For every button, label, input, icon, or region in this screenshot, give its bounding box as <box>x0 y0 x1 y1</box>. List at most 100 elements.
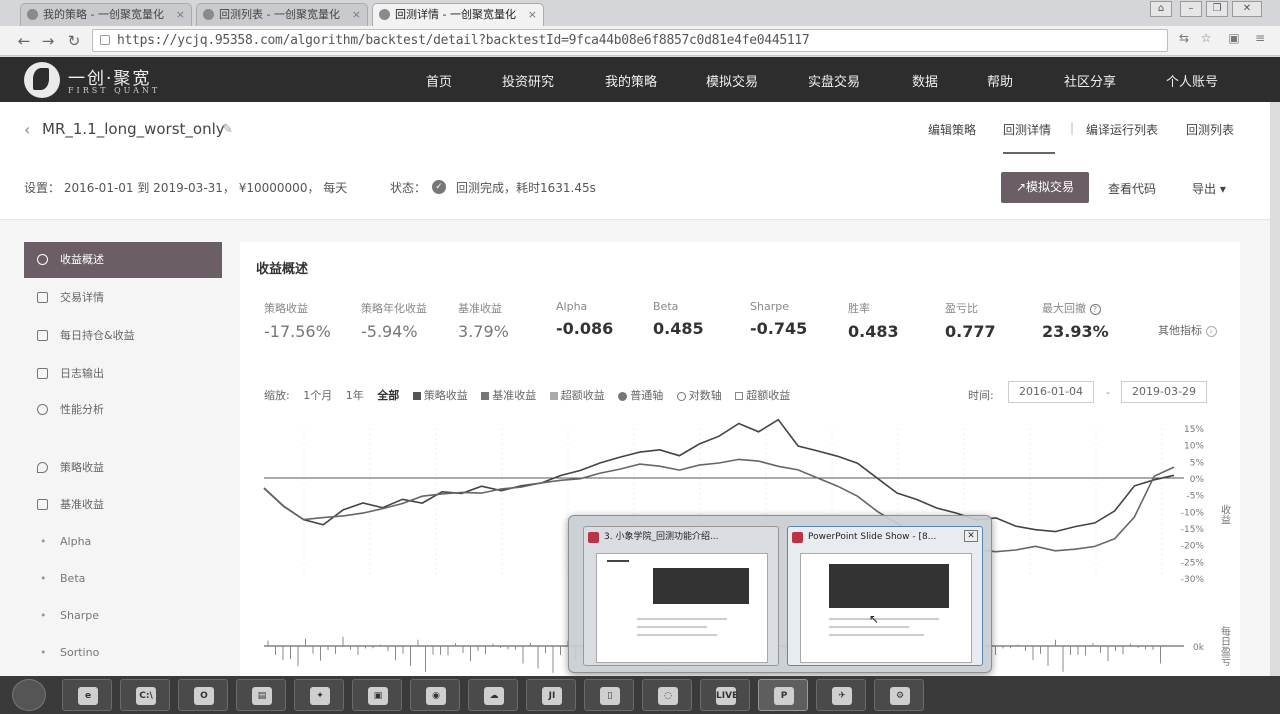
strategy-header: ‹ MR_1.1_long_worst_only ✎ 编辑策略 回测详情 | 编… <box>0 102 1270 220</box>
nav-help[interactable]: 帮助 <box>987 71 1013 90</box>
favicon-icon <box>27 9 38 20</box>
legend-excess[interactable]: 超额收益 <box>549 387 605 403</box>
tab-compile-list[interactable]: 编译运行列表 <box>1086 121 1158 138</box>
back-icon[interactable]: ‹ <box>24 120 30 139</box>
sidebar-item-label: 策略收益 <box>60 461 104 474</box>
taskbar-app-ppt[interactable]: P <box>758 679 808 711</box>
minimize-icon[interactable]: – <box>1180 1 1202 17</box>
taskbar-app-chrome[interactable]: ◉ <box>410 679 460 711</box>
sidebar-subitem-alpha[interactable]: Alpha <box>24 532 91 552</box>
nav-research[interactable]: 投资研究 <box>502 71 554 90</box>
chrome-icon: ◉ <box>426 687 446 705</box>
sidebar-item-trades[interactable]: 交易详情 <box>24 280 222 316</box>
view-code-button[interactable]: 查看代码 <box>1108 180 1156 197</box>
sim-trade-button[interactable]: ↗模拟交易 <box>1001 172 1089 203</box>
close-window-icon[interactable]: ✕ <box>1232 1 1262 17</box>
excess-checkbox[interactable]: 超额收益 <box>735 387 790 403</box>
thumb-line <box>829 634 924 636</box>
start-date-input[interactable]: 2016-01-04 <box>1008 381 1094 403</box>
list-icon <box>37 292 48 303</box>
sidebar-item-benchmark-return[interactable]: 基准收益 <box>24 487 222 523</box>
close-icon[interactable]: × <box>528 4 537 25</box>
close-icon[interactable]: ✕ <box>964 530 978 542</box>
ie-icon: e <box>78 687 98 705</box>
taskbar-app-outlook[interactable]: O <box>178 679 228 711</box>
legend-swatch <box>549 392 558 400</box>
taskbar-app-feishu[interactable]: ✈ <box>816 679 866 711</box>
tab-edit-strategy[interactable]: 编辑策略 <box>928 121 976 138</box>
other-metrics-link[interactable]: 其他指标 › <box>1158 322 1217 338</box>
backtest-settings: 设置： 2016-01-01 到 2019-03-31， ¥10000000， … <box>24 181 348 195</box>
metric-value: 23.93% <box>1042 322 1109 341</box>
taskbar-app-editor[interactable]: ▣ <box>352 679 402 711</box>
sidebar-subitem-beta[interactable]: Beta <box>24 569 85 589</box>
taskbar-app-tools[interactable]: ✦ <box>294 679 344 711</box>
nav-account[interactable]: 个人账号 <box>1166 71 1218 90</box>
forward-icon[interactable]: → <box>38 31 58 51</box>
pin-icon <box>37 462 48 473</box>
taskbar-app-explorer[interactable]: ▤ <box>236 679 286 711</box>
url-bar[interactable]: https://ycjq.95358.com/algorithm/backtes… <box>92 29 1168 52</box>
close-icon[interactable]: × <box>176 4 185 25</box>
taskbar-app-misc[interactable]: ⚙ <box>874 679 924 711</box>
taskbar-app-file[interactable]: ▯ <box>584 679 634 711</box>
sidebar-subitem-sortino[interactable]: Sortino <box>24 643 99 663</box>
browser-tab[interactable]: 回测列表 - 一创聚宽量化 × <box>196 3 368 26</box>
pie-icon <box>37 404 48 415</box>
close-icon[interactable]: × <box>352 4 361 25</box>
y-tick-label: 0% <box>1190 475 1205 485</box>
zoom-all[interactable]: 全部 <box>377 387 399 403</box>
export-dropdown[interactable]: 导出 ▾ <box>1192 180 1226 197</box>
tab-backtest-detail[interactable]: 回测详情 <box>1003 121 1051 138</box>
window-preview[interactable]: 3. 小象学院_回测功能介绍... <box>583 526 779 666</box>
translate-icon[interactable]: ⇆ <box>1176 30 1192 46</box>
restore-icon[interactable]: ❐ <box>1206 1 1228 17</box>
browser-tab-active[interactable]: 回测详情 - 一创聚宽量化 × <box>372 3 544 26</box>
nav-home[interactable]: 首页 <box>426 71 452 90</box>
window-preview-active[interactable]: PowerPoint Slide Show - [8... ✕ ↖ <box>787 526 983 666</box>
star-icon[interactable]: ☆ <box>1198 30 1214 46</box>
zoom-1m[interactable]: 1个月 <box>303 387 332 403</box>
slide-thumbnail <box>653 568 749 604</box>
zoom-1y[interactable]: 1年 <box>346 387 364 403</box>
nav-live-trade[interactable]: 实盘交易 <box>808 71 860 90</box>
axis-normal-radio[interactable]: 普通轴 <box>618 387 663 403</box>
extension-icon[interactable]: ▣ <box>1226 30 1242 46</box>
legend-strategy[interactable]: 策略收益 <box>412 387 468 403</box>
help-icon[interactable]: ? <box>1089 304 1101 315</box>
nav-data[interactable]: 数据 <box>912 71 938 90</box>
sidebar-item-strategy-return[interactable]: 策略收益 <box>24 450 222 486</box>
end-date-input[interactable]: 2019-03-29 <box>1121 381 1207 403</box>
reload-icon[interactable]: ↻ <box>64 31 84 51</box>
y-tick-label: 15% <box>1184 425 1204 435</box>
other-metrics-label: 其他指标 <box>1158 324 1202 337</box>
nav-sim-trade[interactable]: 模拟交易 <box>706 71 758 90</box>
nav-my-strategy[interactable]: 我的策略 <box>605 71 657 90</box>
taskbar-app-ji[interactable]: JI <box>526 679 576 711</box>
browser-tab[interactable]: 我的策略 - 一创聚宽量化 × <box>20 3 192 26</box>
metric-label: 策略年化收益 <box>361 302 427 315</box>
nav-community[interactable]: 社区分享 <box>1064 71 1116 90</box>
taskbar-app-cmd[interactable]: C:\ <box>120 679 170 711</box>
taskbar-app-network[interactable]: ☁ <box>468 679 518 711</box>
taskbar-app-ie[interactable]: e <box>62 679 112 711</box>
metric-strategy-return: 策略收益 -17.56% <box>264 300 331 341</box>
user-icon[interactable]: ⌂ <box>1150 1 1172 17</box>
axis-log-radio[interactable]: 对数轴 <box>676 387 722 403</box>
logo-icon[interactable] <box>24 62 60 98</box>
sidebar-item-logs[interactable]: 日志输出 <box>24 356 222 392</box>
edit-icon[interactable]: ✎ <box>222 122 233 137</box>
back-icon[interactable]: ← <box>14 31 34 51</box>
menu-icon[interactable]: ≡ <box>1252 30 1268 46</box>
taskbar-app-live[interactable]: LIVE <box>700 679 750 711</box>
sidebar-item-positions[interactable]: 每日持仓&收益 <box>24 318 222 354</box>
legend-benchmark[interactable]: 基准收益 <box>481 387 536 403</box>
sidebar-item-overview[interactable]: 收益概述 <box>24 242 222 278</box>
metric-annual-return: 策略年化收益 -5.94% <box>361 300 427 341</box>
windows-start-icon[interactable] <box>12 679 46 711</box>
taskbar-app-wechat[interactable]: ◌ <box>642 679 692 711</box>
tab-backtest-list[interactable]: 回测列表 <box>1186 121 1234 138</box>
sidebar-subitem-sharpe[interactable]: Sharpe <box>24 606 99 626</box>
file-icon: ▯ <box>600 687 620 705</box>
sidebar-item-performance[interactable]: 性能分析 <box>24 392 222 428</box>
